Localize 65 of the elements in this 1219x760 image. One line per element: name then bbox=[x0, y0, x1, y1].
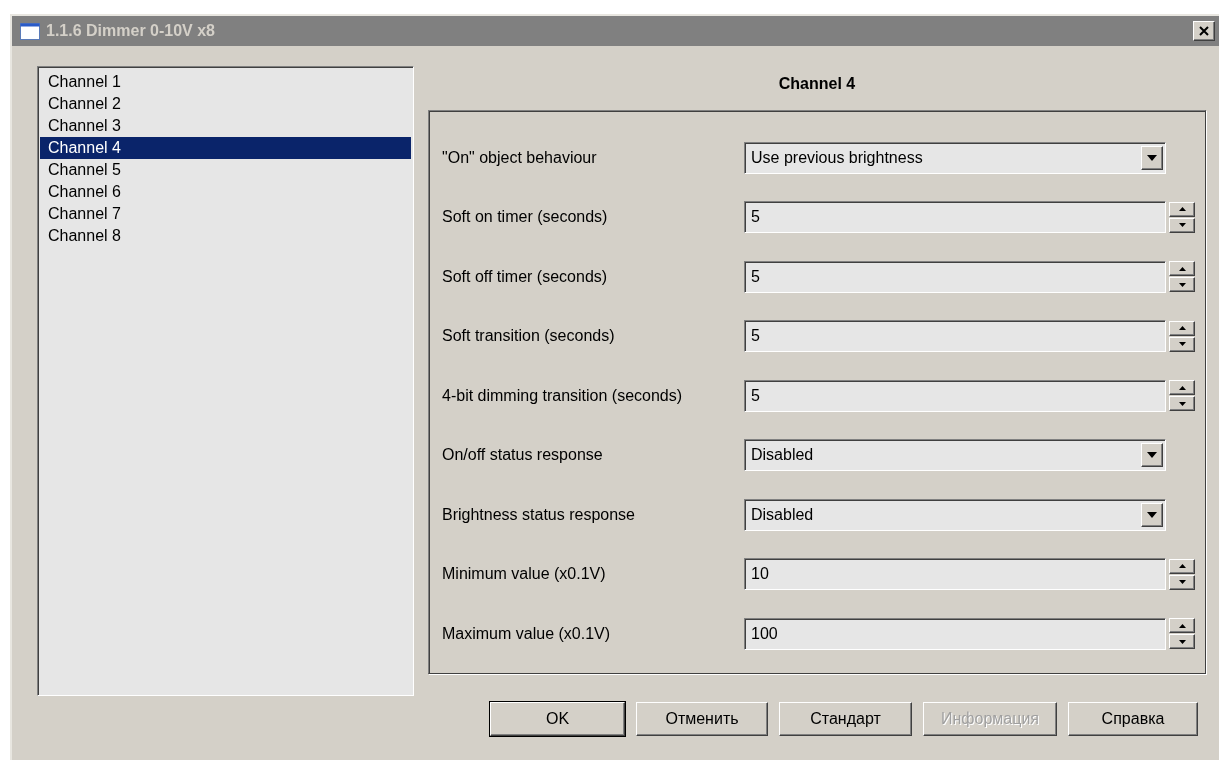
dialog-button[interactable]: Стандарт bbox=[779, 702, 912, 736]
increment-button[interactable] bbox=[1169, 201, 1195, 217]
list-item[interactable]: Channel 7 bbox=[40, 203, 411, 225]
list-item[interactable]: Channel 8 bbox=[40, 225, 411, 247]
up-arrow-icon bbox=[1178, 385, 1186, 390]
parameter-label: Soft off timer (seconds) bbox=[442, 267, 609, 286]
increment-button[interactable] bbox=[1169, 380, 1195, 396]
parameter-label: 4-bit dimming transition (seconds) bbox=[442, 386, 684, 405]
down-arrow-icon bbox=[1147, 511, 1157, 518]
window-icon bbox=[20, 22, 40, 40]
list-item[interactable]: Channel 3 bbox=[40, 115, 411, 137]
down-arrow-icon bbox=[1147, 154, 1157, 161]
dropdown-button[interactable] bbox=[1141, 502, 1163, 527]
list-item[interactable]: Channel 6 bbox=[40, 181, 411, 203]
close-button[interactable] bbox=[1193, 21, 1215, 41]
increment-button[interactable] bbox=[1169, 558, 1195, 574]
dialog-button[interactable]: OK bbox=[490, 702, 625, 736]
up-arrow-icon bbox=[1178, 623, 1186, 628]
dropdown[interactable]: Disabled bbox=[744, 439, 1166, 472]
list-item[interactable]: Channel 2 bbox=[40, 93, 411, 115]
parameter-label: Maximum value (x0.1V) bbox=[442, 624, 612, 643]
window-title: 1.1.6 Dimmer 0-10V x8 bbox=[46, 22, 216, 40]
down-arrow-icon bbox=[1178, 342, 1186, 347]
dialog-button[interactable]: Отменить bbox=[636, 702, 768, 736]
down-arrow-icon bbox=[1178, 401, 1186, 406]
list-item[interactable]: Channel 4 bbox=[40, 137, 411, 159]
panel-title: Channel 4 bbox=[777, 74, 857, 94]
decrement-button[interactable] bbox=[1169, 277, 1195, 293]
close-icon bbox=[1199, 26, 1209, 36]
decrement-button[interactable] bbox=[1169, 217, 1195, 233]
increment-button[interactable] bbox=[1169, 261, 1195, 277]
dropdown[interactable]: Use previous brightness bbox=[744, 141, 1166, 174]
down-arrow-icon bbox=[1178, 580, 1186, 585]
number-field[interactable]: 10 bbox=[744, 558, 1166, 591]
increment-button[interactable] bbox=[1169, 618, 1195, 634]
number-field[interactable]: 5 bbox=[744, 260, 1166, 293]
decrement-button[interactable] bbox=[1169, 396, 1195, 412]
decrement-button[interactable] bbox=[1169, 634, 1195, 650]
down-arrow-icon bbox=[1147, 452, 1157, 459]
increment-button[interactable] bbox=[1169, 320, 1195, 336]
number-field[interactable]: 5 bbox=[744, 201, 1166, 234]
up-arrow-icon bbox=[1178, 207, 1186, 212]
parameter-label: Brightness status response bbox=[442, 505, 636, 524]
dropdown[interactable]: Disabled bbox=[744, 498, 1166, 531]
number-field[interactable]: 100 bbox=[744, 617, 1166, 650]
parameter-label: Minimum value (x0.1V) bbox=[442, 565, 607, 584]
list-item[interactable]: Channel 1 bbox=[40, 71, 411, 93]
up-arrow-icon bbox=[1178, 564, 1186, 569]
decrement-button[interactable] bbox=[1169, 574, 1195, 590]
number-field[interactable]: 5 bbox=[744, 379, 1166, 412]
dropdown-button[interactable] bbox=[1141, 443, 1163, 468]
list-item[interactable]: Channel 5 bbox=[40, 159, 411, 181]
parameter-label: "On" object behaviour bbox=[442, 148, 598, 167]
up-arrow-icon bbox=[1178, 326, 1186, 331]
up-arrow-icon bbox=[1178, 266, 1186, 271]
parameter-label: On/off status response bbox=[442, 446, 604, 465]
decrement-button[interactable] bbox=[1169, 336, 1195, 352]
number-field[interactable]: 5 bbox=[744, 320, 1166, 353]
down-arrow-icon bbox=[1178, 639, 1186, 644]
dropdown-button[interactable] bbox=[1141, 145, 1163, 170]
parameter-label: Soft transition (seconds) bbox=[442, 327, 616, 346]
down-arrow-icon bbox=[1178, 282, 1186, 287]
dialog-button[interactable]: Справка bbox=[1068, 702, 1198, 736]
down-arrow-icon bbox=[1178, 223, 1186, 228]
parameter-label: Soft on timer (seconds) bbox=[442, 208, 609, 227]
